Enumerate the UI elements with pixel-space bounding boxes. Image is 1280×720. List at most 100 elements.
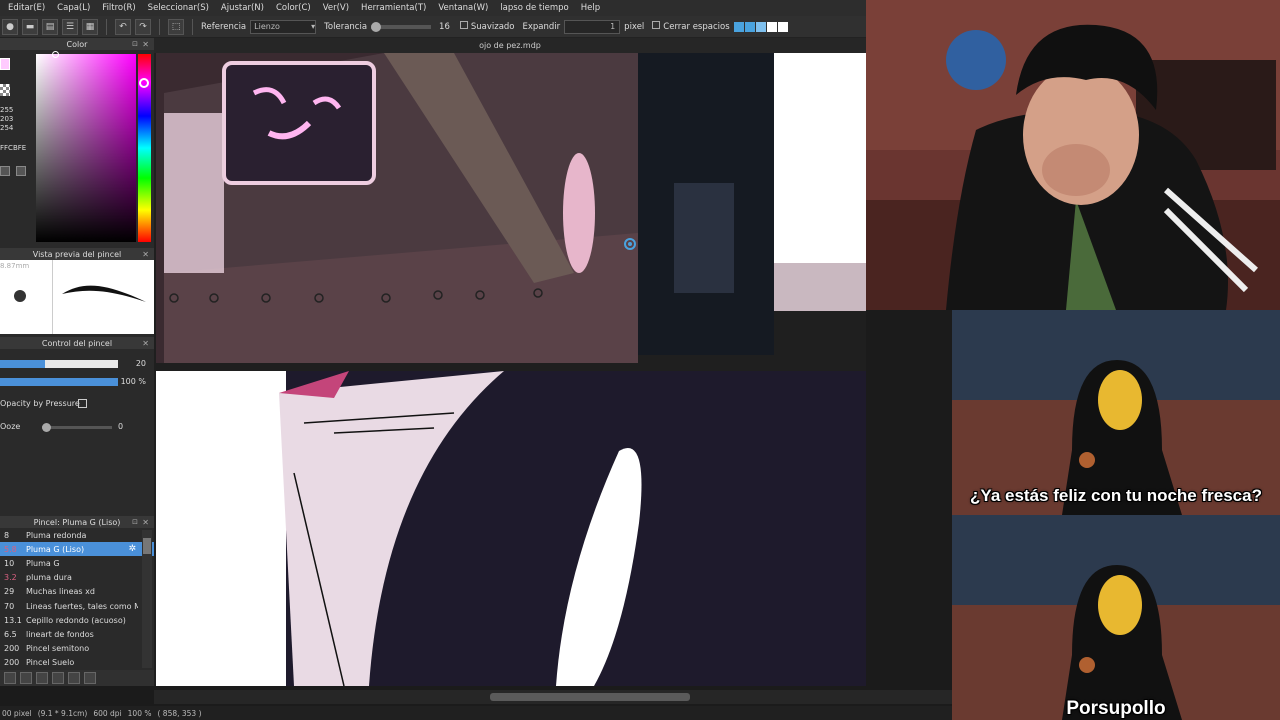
brush-list-item[interactable]: 200 Pincel semitono	[0, 642, 154, 656]
brush-name: Muchas lineas xd	[26, 587, 95, 597]
brush-list-item[interactable]: 5.8 Pluma G (Liso) ✲	[0, 542, 154, 557]
menu-color[interactable]: Color(C)	[270, 3, 317, 13]
gear-icon[interactable]: ✲	[128, 544, 136, 554]
grid-icon[interactable]: ▦	[82, 18, 98, 35]
referencia-select[interactable]: Lienzo ▾	[250, 19, 317, 34]
brush-list-item[interactable]: 8 Pluma redonda	[0, 528, 154, 542]
gap-swatch[interactable]	[733, 21, 744, 32]
document-tab[interactable]: ojo de pez.mdp	[154, 38, 866, 53]
menu-herramienta[interactable]: Herramienta(T)	[355, 3, 432, 13]
brush-size-row: 20	[0, 357, 154, 371]
brush-size-slider[interactable]	[0, 360, 118, 368]
opacity-pressure-checkbox[interactable]	[78, 399, 87, 408]
trash-icon[interactable]	[84, 672, 96, 684]
gap-size-swatches[interactable]	[733, 21, 788, 32]
menu-help[interactable]: Help	[575, 3, 606, 13]
brush-list-item[interactable]: 29 Muchas lineas xd	[0, 585, 154, 599]
color-g-value[interactable]: 203	[0, 115, 13, 123]
menu-ajustar[interactable]: Ajustar(N)	[215, 3, 270, 13]
menu-ver[interactable]: Ver(V)	[317, 3, 355, 13]
menu-seleccionar[interactable]: Seleccionar(S)	[142, 3, 215, 13]
brush-preview-title-text: Vista previa del pincel	[32, 249, 122, 259]
opacity-pressure-label: Opacity by Pressure	[0, 399, 80, 408]
brush-name: Pluma G (Liso)	[26, 544, 85, 554]
brush-list-item[interactable]: 10 Pluma G	[0, 556, 154, 570]
tolerancia-slider[interactable]	[371, 21, 432, 32]
brush-opacity-slider[interactable]	[0, 378, 118, 386]
document-title: ojo de pez.mdp	[479, 41, 541, 50]
brush-list-item[interactable]: 6.5 lineart de fondos	[0, 627, 154, 641]
close-icon[interactable]: ✕	[142, 518, 149, 527]
menu-lapso-de-tiempo[interactable]: lapso de tiempo	[494, 3, 574, 13]
brush-list-item[interactable]: 70 Lineas fuertes, tales como Ma	[0, 599, 154, 613]
color-r-value[interactable]: 255	[0, 106, 13, 114]
menu-editar[interactable]: Editar(E)	[2, 3, 51, 13]
slider-knob[interactable]	[42, 423, 51, 432]
ooze-slider[interactable]	[42, 423, 112, 432]
undo-icon[interactable]: ↶	[115, 18, 131, 35]
brush-list-item[interactable]: 3.2 pluma dura	[0, 571, 154, 585]
brush-name: Pluma redonda	[26, 530, 87, 540]
scrollbar-thumb[interactable]	[143, 538, 151, 554]
menu-capa[interactable]: Capa(L)	[51, 3, 96, 13]
brush-name: pluma dura	[26, 573, 72, 583]
gap-swatch[interactable]	[766, 21, 777, 32]
menubar: Editar(E) Capa(L) Filtro(R) Seleccionar(…	[0, 0, 866, 16]
page-icon[interactable]	[36, 672, 48, 684]
eyedropper-icon[interactable]	[0, 166, 10, 176]
current-color-swatch[interactable]	[0, 58, 10, 70]
new-brush-icon[interactable]	[4, 672, 16, 684]
close-icon[interactable]: ✕	[142, 40, 149, 49]
canvas-area[interactable]: ojo de pez.mdp	[154, 38, 866, 686]
brush-opacity-value[interactable]: 100 %	[121, 377, 146, 386]
cerrar-espacios-option[interactable]: Cerrar espacios	[652, 21, 730, 32]
cerrar-espacios-checkbox[interactable]	[652, 21, 661, 29]
palette-icon[interactable]	[16, 166, 26, 176]
brush-name: lineart de fondos	[26, 629, 94, 639]
close-icon[interactable]: ✕	[142, 250, 149, 259]
saturation-value-picker[interactable]	[36, 51, 136, 242]
speech-bubble-icon[interactable]: ●	[2, 18, 18, 35]
list-icon[interactable]: ☰	[62, 18, 78, 35]
color-hex-value[interactable]: FFCBFE	[0, 144, 26, 152]
horizontal-scrollbar[interactable]	[154, 690, 952, 704]
toolbar-divider	[192, 18, 193, 35]
brush-size-number: 6.5	[4, 629, 17, 639]
gap-swatch[interactable]	[755, 21, 766, 32]
slider-knob[interactable]	[371, 21, 382, 32]
brush-list-item[interactable]: 200 Pincel Suelo	[0, 656, 154, 670]
brush-size-value[interactable]: 20	[136, 359, 146, 368]
page-icon[interactable]: ▤	[42, 18, 58, 35]
brush-menu-icon[interactable]	[20, 672, 32, 684]
color-b-value[interactable]: 254	[0, 124, 13, 132]
ooze-value[interactable]: 0	[118, 422, 123, 431]
brush-name: Lineas fuertes, tales como Ma	[26, 601, 138, 611]
speech-bubble-alt-icon[interactable]: ▬	[22, 18, 38, 35]
menu-filtro[interactable]: Filtro(R)	[96, 3, 141, 13]
expandir-input[interactable]: 1	[564, 19, 621, 34]
close-icon[interactable]: ✕	[142, 339, 149, 348]
brush-name: Pluma G	[26, 558, 60, 568]
gap-swatch[interactable]	[744, 21, 755, 32]
transparent-swatch[interactable]	[0, 84, 10, 96]
hue-cursor[interactable]	[139, 78, 149, 88]
pin-icon[interactable]: ⊡	[132, 518, 138, 526]
folder-icon[interactable]	[52, 672, 64, 684]
brush-list-scrollbar[interactable]	[142, 530, 152, 668]
suavizado-option[interactable]: Suavizado	[459, 21, 515, 32]
redo-icon[interactable]: ↷	[135, 18, 151, 35]
artwork-canvas[interactable]	[154, 53, 866, 686]
pin-icon[interactable]: ⊡	[132, 40, 138, 48]
menu-ventana[interactable]: Ventana(W)	[432, 3, 494, 13]
hue-slider[interactable]	[138, 54, 151, 242]
chevron-down-icon: ▾	[311, 22, 316, 31]
scrollbar-thumb[interactable]	[490, 693, 690, 701]
gap-swatch[interactable]	[777, 21, 788, 32]
brush-size-number: 29	[4, 587, 15, 597]
brush-preview-body: 8.87mm	[0, 260, 154, 334]
deselect-icon[interactable]: ⬚	[168, 18, 184, 35]
brush-list-item[interactable]: 13.1 Cepillo redondo (acuoso)	[0, 613, 154, 627]
suavizado-checkbox[interactable]	[459, 21, 468, 29]
picker-cursor[interactable]	[52, 51, 59, 58]
duplicate-icon[interactable]	[68, 672, 80, 684]
